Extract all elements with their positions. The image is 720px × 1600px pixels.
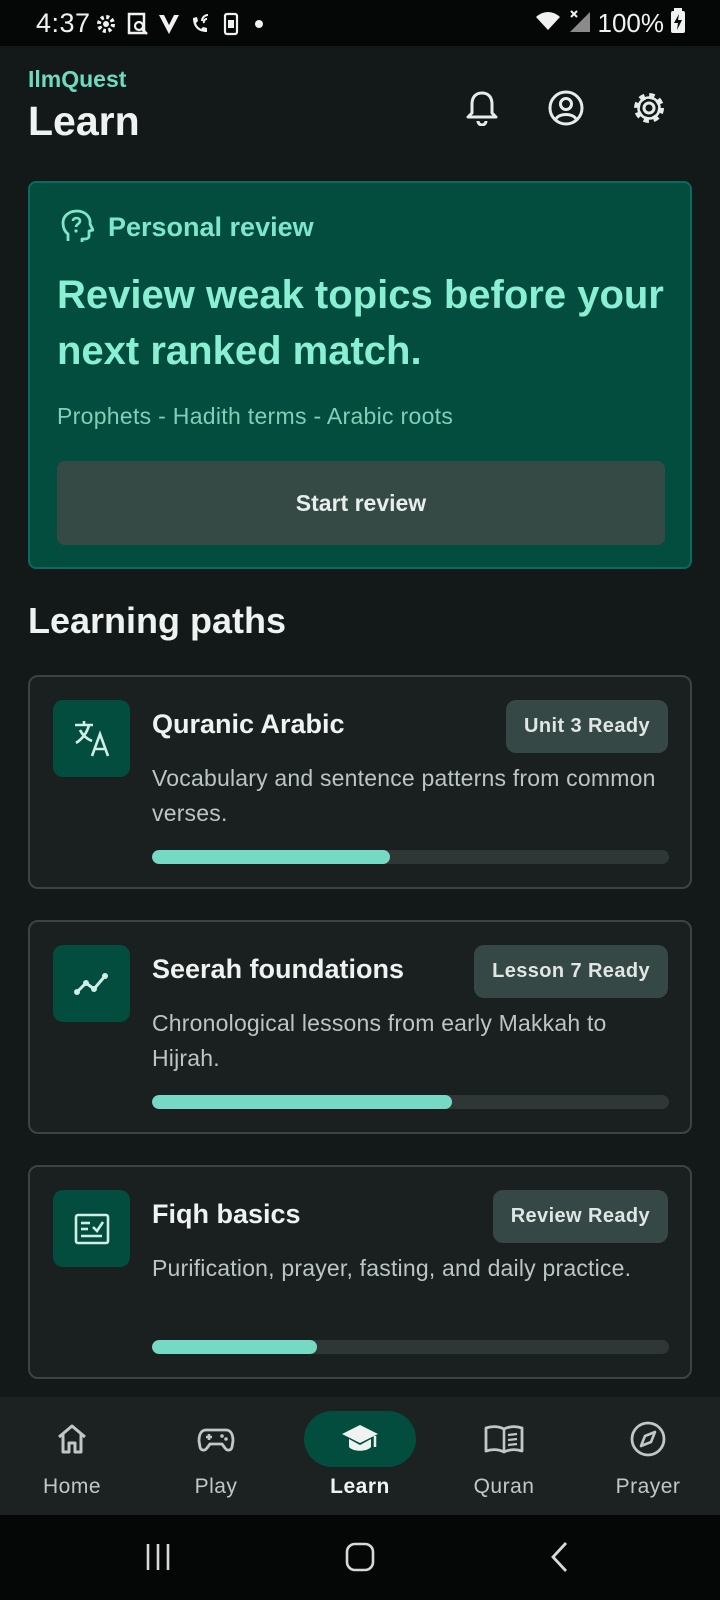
path-description: Purification, prayer, fasting, and daily…: [152, 1255, 632, 1281]
nav-icon-pill: [304, 1411, 416, 1467]
review-label: Personal review: [108, 211, 314, 242]
translate-icon: [74, 720, 109, 756]
path-description: Chronological lessons from early Makkah …: [152, 1010, 607, 1071]
phone-icon: [222, 12, 240, 41]
review-header: Personal review: [60, 209, 314, 245]
recent-apps-icon: [146, 1544, 170, 1570]
path-description: Vocabulary and sentence patterns from co…: [152, 765, 656, 826]
v-icon: [158, 13, 180, 40]
nav-quran[interactable]: Quran: [432, 1411, 576, 1511]
compass-icon: [630, 1421, 666, 1457]
wifi-icon: [534, 9, 562, 38]
progress-bar: [152, 1095, 669, 1109]
nav-prayer[interactable]: Prayer: [576, 1411, 720, 1511]
nav-learn[interactable]: Learn: [288, 1411, 432, 1511]
path-title: Quranic Arabic: [152, 709, 345, 739]
nav-label: Home: [42, 1475, 102, 1498]
dot-icon: [249, 12, 269, 41]
open-book-icon: [484, 1425, 524, 1454]
progress-bar: [152, 1340, 669, 1354]
notifications-button[interactable]: [458, 84, 506, 132]
status-badge: Lesson 7 Ready: [474, 945, 668, 998]
status-system-icons: 100%: [534, 8, 687, 39]
settings-button[interactable]: [625, 84, 673, 132]
signal-icon: [568, 8, 592, 39]
progress-fill: [152, 1340, 318, 1354]
progress-fill: [152, 850, 390, 864]
nav-label: Play: [194, 1475, 238, 1498]
status-notification-icons: [94, 12, 269, 41]
path-card-fiqh-basics[interactable]: Fiqh basics Review Ready Purification, p…: [28, 1165, 692, 1379]
profile-button[interactable]: [542, 84, 590, 132]
battery-percent: 100%: [597, 8, 665, 38]
home-system-button[interactable]: [330, 1537, 390, 1577]
bell-icon: [466, 91, 498, 126]
app-name: IlmQuest: [28, 66, 127, 92]
head-question-icon: [61, 209, 94, 242]
settings-icon: [94, 12, 118, 41]
home-square-icon: [345, 1542, 375, 1572]
nav-icon-pill: [40, 1411, 104, 1467]
personal-review-card: Personal review Review weak topics befor…: [28, 181, 692, 569]
progress-bar: [152, 850, 669, 864]
nav-home[interactable]: Home: [0, 1411, 144, 1511]
progress-fill: [152, 1095, 452, 1109]
graduation-cap-icon: [342, 1425, 378, 1451]
path-title: Seerah foundations: [152, 954, 405, 984]
path-card-seerah-foundations[interactable]: Seerah foundations Lesson 7 Ready Chrono…: [28, 920, 692, 1134]
battery-charging-icon: [670, 8, 686, 39]
learning-paths-title: Learning paths: [28, 600, 287, 641]
bottom-navigation: Home Play Learn Quran Prayer: [0, 1397, 720, 1515]
recent-apps-button[interactable]: [128, 1537, 188, 1577]
status-badge: Unit 3 Ready: [506, 700, 668, 753]
nav-icon-pill: [616, 1411, 680, 1467]
nav-label: Learn: [330, 1475, 390, 1498]
nav-label: Quran: [473, 1475, 535, 1498]
back-button[interactable]: [530, 1537, 590, 1577]
path-icon-container: [53, 945, 130, 1022]
status-time: 4:37: [36, 8, 91, 38]
review-headline: Review weak topics before your next rank…: [57, 273, 664, 373]
wifi-call-icon: [189, 12, 213, 41]
gamepad-icon: [197, 1428, 235, 1452]
start-review-button[interactable]: Start review: [57, 461, 665, 545]
nav-label: Prayer: [615, 1475, 681, 1498]
system-navigation-bar: [0, 1515, 720, 1600]
path-icon-container: [53, 1190, 130, 1267]
screen-search-icon: [127, 12, 149, 41]
path-title: Fiqh basics: [152, 1199, 301, 1229]
path-icon-container: [53, 700, 130, 777]
nav-play[interactable]: Play: [144, 1411, 288, 1511]
timeline-icon: [73, 972, 108, 995]
review-topics: Prophets - Hadith terms - Arabic roots: [57, 403, 454, 429]
nav-icon-pill: [184, 1411, 248, 1467]
checklist-icon: [74, 1213, 109, 1244]
nav-icon-pill: [472, 1411, 536, 1467]
path-card-quranic-arabic[interactable]: Quranic Arabic Unit 3 Ready Vocabulary a…: [28, 675, 692, 889]
page-title: Learn: [28, 98, 140, 144]
gear-icon: [634, 93, 664, 123]
status-badge: Review Ready: [492, 1190, 668, 1243]
home-icon: [58, 1424, 86, 1454]
account-icon: [548, 90, 584, 126]
back-chevron-icon: [551, 1542, 568, 1572]
status-bar: 4:37 100%: [0, 0, 720, 46]
